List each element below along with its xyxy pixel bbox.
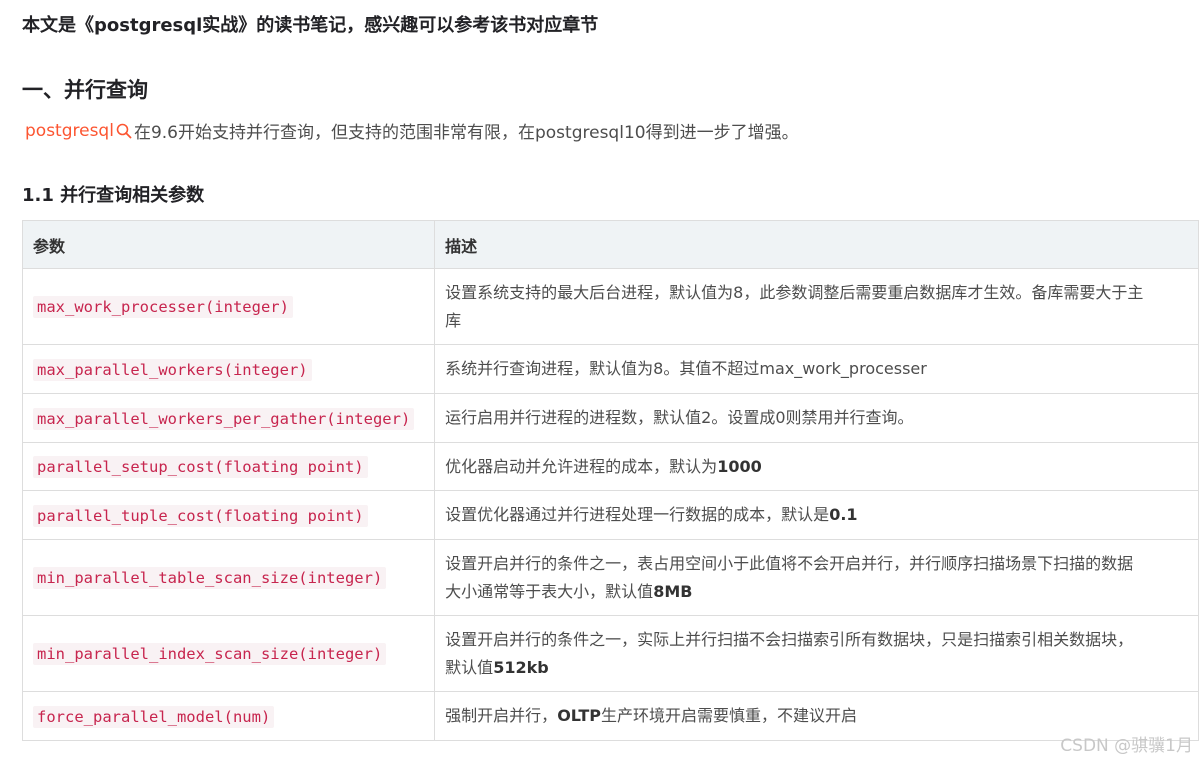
desc-line: 设置开启并行的条件之一，表占用空间小于此值将不会开启并行，并行顺序扫描场景下扫描… [445, 553, 1134, 573]
desc-cell: 设置开启并行的条件之一，表占用空间小于此值将不会开启并行，并行顺序扫描场景下扫描… [434, 539, 1199, 616]
desc-cell: 设置系统支持的最大后台进程，默认值为8，此参数调整后需要重启数据库才生效。备库需… [434, 268, 1199, 345]
desc-text: 强制开启并行， [445, 706, 558, 725]
csdn-watermark: CSDN @骐骥1月 [1060, 736, 1193, 756]
desc-bold-value: 1000 [717, 456, 762, 476]
desc-line: 强制开启并行，OLTP生产环境开启需要慎重，不建议开启 [445, 702, 1188, 730]
column-header-desc: 描述 [434, 220, 1199, 269]
article-page: 本文是《postgresql实战》的读书笔记，感兴趣可以参考该书对应章节 一、并… [0, 0, 1199, 762]
desc-line: 设置开启并行的条件之一，实际上并行扫描不会扫描索引所有数据块，只是扫描索引相关数… [445, 629, 1134, 649]
parameters-table: 参数 描述 max_work_processer(integer) 设置系统支持… [21, 220, 1199, 741]
desc-line: 库 [445, 310, 462, 330]
param-name: min_parallel_table_scan_size(integer) [33, 567, 387, 589]
param-cell: parallel_setup_cost(floating point) [21, 442, 436, 491]
section-heading-parallel-query: 一、并行查询 [22, 78, 148, 102]
param-name: max_parallel_workers_per_gather(integer) [33, 407, 415, 430]
param-cell: min_parallel_table_scan_size(integer) [21, 539, 436, 616]
param-name: max_parallel_workers(integer) [33, 358, 312, 381]
desc-line: 默认值512kb [445, 654, 1188, 682]
desc-cell: 设置优化器通过并行进程处理一行数据的成本，默认是0.1 [434, 490, 1199, 540]
desc-cell: 优化器启动并允许进程的成本，默认为1000 [434, 442, 1199, 491]
search-icon[interactable] [115, 122, 133, 140]
table-row: min_parallel_index_scan_size(integer) 设置… [21, 615, 1199, 692]
param-name: max_work_processer(integer) [33, 296, 293, 318]
param-cell: min_parallel_index_scan_size(integer) [21, 615, 436, 692]
desc-line: 优化器启动并允许进程的成本，默认为1000 [445, 453, 1188, 481]
table-header-row: 参数 描述 [21, 220, 1199, 269]
desc-text: 设置优化器通过并行进程处理一行数据的成本，默认是 [445, 505, 830, 524]
table-row: force_parallel_model(num) 强制开启并行，OLTP生产环… [21, 691, 1199, 741]
desc-line: 系统并行查询进程，默认值为8。其值不超过max_work_processer [445, 359, 927, 378]
desc-cell: 设置开启并行的条件之一，实际上并行扫描不会扫描索引所有数据块，只是扫描索引相关数… [434, 615, 1199, 692]
table-row: max_parallel_workers_per_gather(integer)… [21, 393, 1199, 443]
param-name: min_parallel_index_scan_size(integer) [33, 643, 387, 665]
table-row: max_work_processer(integer) 设置系统支持的最大后台进… [21, 268, 1199, 345]
desc-line: 运行启用并行进程的进程数，默认值2。设置成0则禁用并行查询。 [445, 408, 914, 427]
desc-text: 优化器启动并允许进程的成本，默认为 [445, 456, 718, 476]
desc-text: 生产环境开启需要慎重，不建议开启 [600, 706, 857, 725]
desc-bold-value: 8MB [653, 581, 693, 601]
table-row: max_parallel_workers(integer) 系统并行查询进程，默… [21, 344, 1199, 394]
desc-cell: 系统并行查询进程，默认值为8。其值不超过max_work_processer [434, 344, 1199, 394]
keyword-link-postgresql[interactable]: postgresql [25, 121, 114, 141]
table-row: parallel_setup_cost(floating point) 优化器启… [21, 442, 1199, 491]
param-cell: max_parallel_workers(integer) [21, 344, 436, 394]
param-cell: force_parallel_model(num) [21, 691, 436, 741]
param-name: parallel_setup_cost(floating point) [33, 456, 368, 478]
table-row: parallel_tuple_cost(floating point) 设置优化… [21, 490, 1199, 540]
desc-bold-value: OLTP [557, 706, 601, 725]
param-name: force_parallel_model(num) [33, 705, 275, 728]
table-row: min_parallel_table_scan_size(integer) 设置… [21, 539, 1199, 616]
desc-bold-value: 0.1 [829, 505, 858, 524]
intro-text: 本文是《postgresql实战》的读书笔记，感兴趣可以参考该书对应章节 [22, 15, 599, 36]
desc-text: 大小通常等于表大小，默认值 [445, 581, 654, 601]
desc-text: 默认值 [445, 657, 494, 677]
desc-line: 设置优化器通过并行进程处理一行数据的成本，默认是0.1 [445, 501, 1188, 529]
section-paragraph: postgresql 在9.6开始支持并行查询，但支持的范围非常有限，在post… [25, 118, 799, 144]
desc-cell: 运行启用并行进程的进程数，默认值2。设置成0则禁用并行查询。 [434, 393, 1199, 443]
paragraph-text: 在9.6开始支持并行查询，但支持的范围非常有限，在postgresql10得到进… [133, 123, 799, 143]
param-cell: parallel_tuple_cost(floating point) [21, 490, 436, 540]
desc-line: 大小通常等于表大小，默认值8MB [445, 578, 1188, 606]
column-header-param: 参数 [21, 220, 436, 269]
param-cell: max_parallel_workers_per_gather(integer) [21, 393, 436, 443]
desc-line: 设置系统支持的最大后台进程，默认值为8，此参数调整后需要重启数据库才生效。备库需… [445, 282, 1144, 302]
param-cell: max_work_processer(integer) [21, 268, 436, 345]
subsection-heading-params: 1.1 并行查询相关参数 [22, 185, 205, 206]
desc-bold-value: 512kb [493, 657, 549, 677]
param-name: parallel_tuple_cost(floating point) [33, 504, 368, 527]
